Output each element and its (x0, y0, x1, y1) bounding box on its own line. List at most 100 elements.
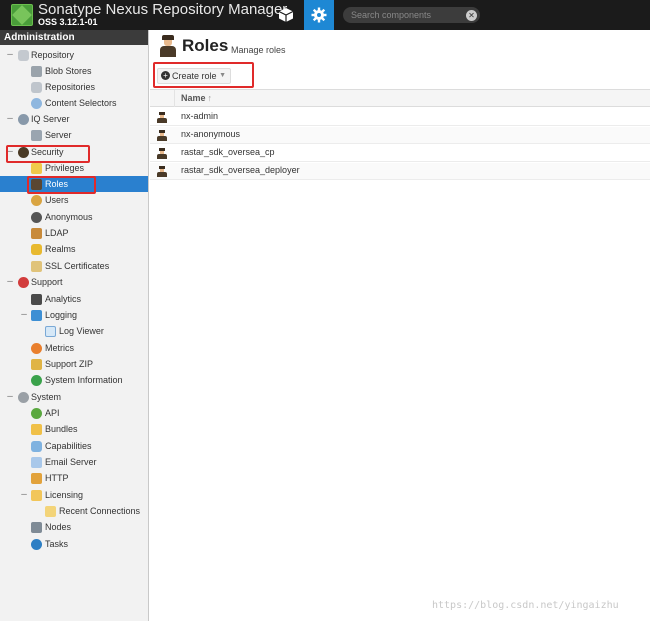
nav-label: Log Viewer (59, 326, 104, 336)
nav-realms[interactable]: Realms (0, 241, 148, 257)
administration-button[interactable] (304, 0, 334, 30)
role-icon (157, 112, 167, 123)
nav-label: Email Server (45, 457, 97, 467)
nav-bundles[interactable]: Bundles (0, 421, 148, 437)
nav-label: Realms (45, 244, 76, 254)
top-header: Sonatype Nexus Repository Manager OSS 3.… (0, 0, 650, 30)
watermark: https://blog.csdn.net/yingaizhu (432, 600, 619, 611)
app-version: OSS 3.12.1-01 (38, 17, 98, 27)
nav-label: System (31, 392, 62, 402)
repository-icon (31, 82, 42, 93)
highlight-create-role (153, 62, 254, 88)
nav-server[interactable]: Server (0, 127, 148, 143)
nav-label: Metrics (45, 343, 74, 353)
server-icon (31, 130, 42, 141)
nav-http[interactable]: HTTP (0, 470, 148, 486)
role-icon (157, 148, 167, 159)
role-name: nx-anonymous (181, 129, 241, 139)
collapse-toggle-icon[interactable]: – (20, 307, 28, 323)
nav-label: Capabilities (45, 441, 92, 451)
content-selector-icon (31, 98, 42, 109)
gear-icon (311, 7, 327, 23)
nav-label: Licensing (45, 490, 84, 500)
nav-system[interactable]: – System (0, 389, 148, 405)
nav-repository[interactable]: – Repository (0, 47, 148, 63)
nav-ssl-certificates[interactable]: SSL Certificates (0, 258, 148, 274)
grid-header: Name ↑ (150, 89, 650, 107)
log-viewer-icon (45, 326, 56, 337)
recent-connections-icon (45, 506, 56, 517)
collapse-toggle-icon[interactable]: – (20, 487, 28, 503)
role-name: rastar_sdk_oversea_cp (181, 147, 275, 157)
metrics-pie-icon (31, 343, 42, 354)
nav-logging[interactable]: – Logging (0, 307, 148, 323)
database-icon (18, 50, 29, 61)
nav-label: Anonymous (45, 212, 93, 222)
collapse-toggle-icon[interactable]: – (6, 274, 14, 290)
page-title: Roles (182, 36, 229, 55)
table-row[interactable]: rastar_sdk_oversea_cp (150, 145, 650, 162)
nav-label: Tasks (45, 539, 69, 549)
nav-log-viewer[interactable]: Log Viewer (0, 323, 148, 339)
search-input[interactable] (343, 7, 480, 23)
table-row[interactable]: nx-anonymous (150, 127, 650, 144)
nav-analytics[interactable]: Analytics (0, 291, 148, 307)
nav-blob-stores[interactable]: Blob Stores (0, 63, 148, 79)
nav-content-selectors[interactable]: Content Selectors (0, 95, 148, 111)
column-header-name[interactable]: Name ↑ (181, 93, 212, 103)
nav-label: API (45, 408, 60, 418)
collapse-toggle-icon[interactable]: – (6, 111, 14, 127)
nav-label: Recent Connections (59, 506, 141, 516)
nav-users[interactable]: Users (0, 192, 148, 208)
browse-button[interactable] (271, 0, 301, 30)
http-truck-icon (31, 473, 42, 484)
page-subtitle: Manage roles (231, 45, 286, 55)
ldap-book-icon (31, 228, 42, 239)
column-divider (174, 90, 175, 107)
highlight-roles (27, 176, 96, 194)
roles-icon (159, 35, 177, 57)
nav-nodes[interactable]: Nodes (0, 519, 148, 535)
highlight-security (6, 145, 90, 163)
iq-server-icon (18, 114, 29, 125)
nav-repositories[interactable]: Repositories (0, 79, 148, 95)
nav-email-server[interactable]: Email Server (0, 454, 148, 470)
nav-anonymous[interactable]: Anonymous (0, 209, 148, 225)
system-gear-icon (18, 392, 29, 403)
nav-metrics[interactable]: Metrics (0, 340, 148, 356)
nav-label: Logging (45, 310, 78, 320)
table-row[interactable]: rastar_sdk_oversea_deployer (150, 163, 650, 180)
nav-recent-connections[interactable]: Recent Connections (0, 503, 148, 519)
collapse-toggle-icon[interactable]: – (6, 47, 14, 63)
nodes-icon (31, 522, 42, 533)
nav-label: Content Selectors (45, 98, 117, 108)
system-information-icon (31, 375, 42, 386)
nav-label: Support (31, 277, 63, 287)
certificate-icon (31, 261, 42, 272)
nav-label: IQ Server (31, 114, 70, 124)
nav-licensing[interactable]: – Licensing (0, 487, 148, 503)
nav-label: System Information (45, 375, 123, 385)
nav-support-zip[interactable]: Support ZIP (0, 356, 148, 372)
nav-ldap[interactable]: LDAP (0, 225, 148, 241)
role-name: nx-admin (181, 111, 219, 121)
nav-iq-server[interactable]: – IQ Server (0, 111, 148, 127)
nav-api[interactable]: API (0, 405, 148, 421)
search-clear-icon[interactable]: ✕ (466, 10, 477, 21)
collapse-toggle-icon[interactable]: – (6, 389, 14, 405)
nav-label: LDAP (45, 228, 69, 238)
nav-label: Repositories (45, 82, 96, 92)
nav-support[interactable]: – Support (0, 274, 148, 290)
realm-shield-icon (31, 244, 42, 255)
nav-label: Server (45, 130, 72, 140)
nav-capabilities[interactable]: Capabilities (0, 438, 148, 454)
nav-label: SSL Certificates (45, 261, 110, 271)
table-row[interactable]: nx-admin (150, 109, 650, 126)
admin-sidebar: Administration – Repository Blob Stores … (0, 30, 149, 621)
cube-icon (278, 8, 294, 22)
nav-tasks[interactable]: Tasks (0, 536, 148, 552)
nav-label: Users (45, 195, 69, 205)
nav-system-information[interactable]: System Information (0, 372, 148, 388)
email-envelope-icon (31, 457, 42, 468)
nav-label: Analytics (45, 294, 82, 304)
